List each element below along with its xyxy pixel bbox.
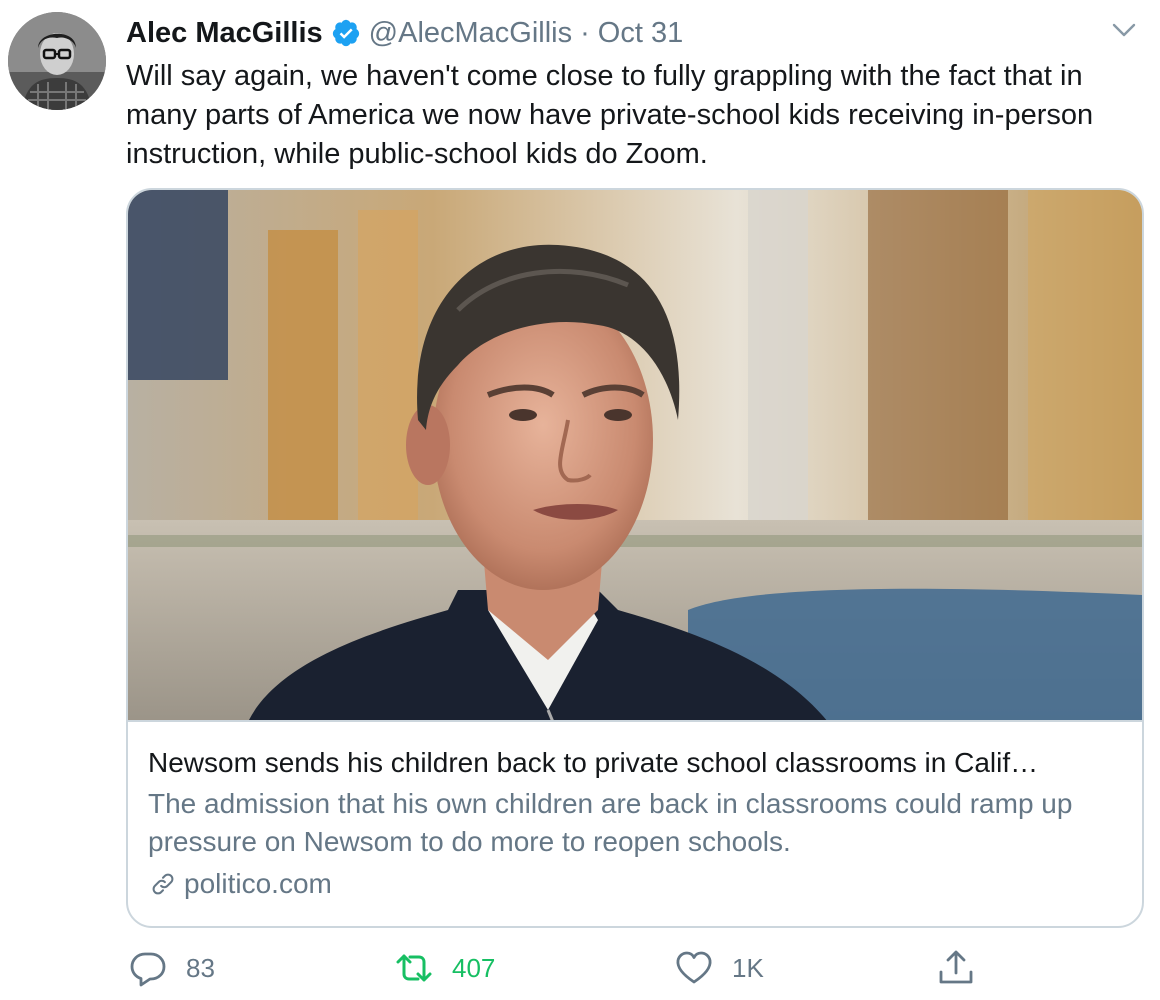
reply-button[interactable]: 83: [128, 946, 215, 990]
tweet-actions: 83 407 1K: [126, 946, 1026, 990]
like-button[interactable]: 1K: [674, 946, 764, 990]
like-count: 1K: [732, 952, 764, 983]
tweet[interactable]: Alec MacGillis @AlecMacGillis · Oct 31 W…: [0, 0, 1160, 1000]
author-name[interactable]: Alec MacGillis: [126, 17, 323, 50]
tweet-date[interactable]: Oct 31: [598, 17, 683, 50]
link-icon: [148, 869, 178, 899]
tweet-header: Alec MacGillis @AlecMacGillis · Oct 31: [126, 14, 683, 52]
chevron-down-icon[interactable]: [1108, 14, 1140, 46]
verified-badge-icon: [331, 18, 361, 48]
card-title[interactable]: Newsom sends his children back to privat…: [148, 744, 1122, 782]
avatar-photo: [8, 12, 106, 110]
card-body: Newsom sends his children back to privat…: [128, 722, 1142, 903]
author-handle[interactable]: @AlecMacGillis: [369, 17, 572, 50]
card-domain-text[interactable]: politico.com: [184, 865, 332, 903]
retweet-button[interactable]: 407: [394, 946, 495, 990]
card-image[interactable]: [128, 190, 1142, 722]
link-card[interactable]: Newsom sends his children back to privat…: [126, 188, 1144, 928]
share-icon: [936, 948, 976, 988]
card-description: The admission that his own children are …: [148, 788, 1073, 857]
reply-count: 83: [186, 952, 215, 983]
heart-icon: [674, 948, 714, 988]
header-separator: ·: [580, 16, 590, 49]
retweet-count: 407: [452, 952, 496, 983]
article-photo: [128, 190, 1142, 720]
author-avatar[interactable]: [8, 12, 106, 110]
reply-icon: [128, 948, 168, 988]
share-button[interactable]: [936, 946, 994, 990]
retweet-icon: [394, 948, 434, 988]
tweet-text: Will say again, we haven't come close to…: [126, 60, 1094, 170]
card-domain[interactable]: politico.com: [148, 865, 1122, 903]
